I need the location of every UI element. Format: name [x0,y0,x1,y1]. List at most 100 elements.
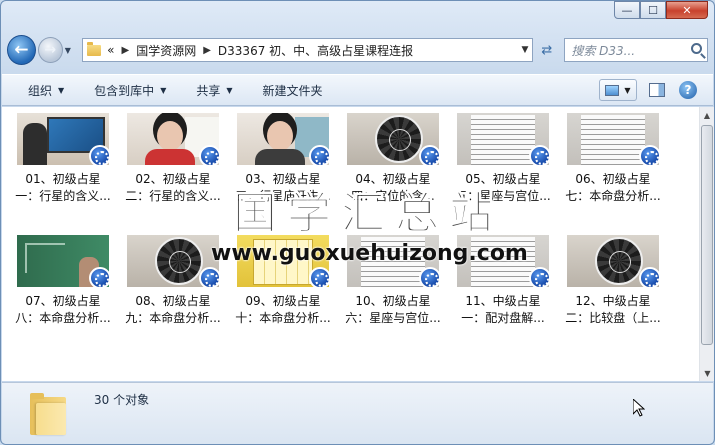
file-name[interactable]: 12、中级占星 二：比较盘（上... [558,293,668,327]
video-thumbnail[interactable] [17,113,109,165]
navigation-bar: ← → ▼ « ▶ 国学资源网 ▶ D33367 初、中、高级占星课程连报 ▼ … [7,35,709,65]
file-name-line2: 十：本命盘分析... [235,311,331,325]
file-name-line2: 一：行星的含义... [15,189,111,203]
file-item[interactable]: 02、初级占星 二：行星的含义... [118,113,228,205]
caption-buttons: — ☐ ✕ [614,1,708,19]
chevron-right-icon[interactable]: ▶ [122,45,130,56]
include-in-library-menu[interactable]: 包含到库中 ▼ [94,82,166,99]
file-name-line1: 01、初级占星 [25,172,101,186]
file-name-line1: 11、中级占星 [465,294,541,308]
video-player-icon [529,145,549,165]
video-player-icon [89,145,109,165]
new-folder-label: 新建文件夹 [262,83,323,98]
video-thumbnail[interactable] [17,235,109,287]
file-item[interactable]: 07、初级占星 八：本命盘分析... [8,235,118,327]
file-item[interactable]: 12、中级占星 二：比较盘（上... [558,235,668,327]
file-item[interactable]: 01、初级占星 一：行星的含义... [8,113,118,205]
file-name[interactable]: 06、初级占星 七：本命盘分析... [558,171,668,205]
chevron-down-icon: ▼ [226,85,233,95]
scrollbar-thumb[interactable] [701,125,713,345]
folder-icon [30,391,66,435]
file-name[interactable]: 02、初级占星 二：行星的含义... [118,171,228,205]
include-in-library-label: 包含到库中 [94,83,155,98]
file-name[interactable]: 07、初级占星 八：本命盘分析... [8,293,118,327]
scroll-up-icon[interactable]: ▲ [700,107,714,123]
video-player-icon [529,267,549,287]
forward-arrow-icon[interactable]: → [37,37,63,63]
command-bar: 组织 ▼ 包含到库中 ▼ 共享 ▼ 新建文件夹 ▼ ? [2,74,713,106]
folder-icon [87,41,102,56]
video-thumbnail[interactable] [457,113,549,165]
new-folder-button[interactable]: 新建文件夹 [263,82,323,99]
search-icon[interactable] [691,43,703,54]
chevron-down-icon: ▼ [624,85,631,95]
view-controls: ▼ ? [599,79,697,101]
search-input[interactable]: 搜索 D33... [564,38,709,62]
item-count: 30 个对象 [94,393,150,407]
search-placeholder: 搜索 D33... [571,43,636,58]
chevron-down-icon: ▼ [160,85,167,95]
video-player-icon [199,145,219,165]
organize-menu[interactable]: 组织 ▼ [28,82,64,99]
details-pane: 30 个对象 [2,382,713,444]
file-name-line2: 六：星座与宫位... [345,311,441,325]
video-thumbnail[interactable] [567,113,659,165]
video-player-icon [419,267,439,287]
file-name-line2: 七：本命盘分析... [565,189,661,203]
history-dropdown-icon[interactable]: ▼ [65,46,76,55]
organize-label: 组织 [28,83,53,98]
vertical-scrollbar[interactable]: ▲ ▼ [699,107,714,381]
video-player-icon [639,267,659,287]
file-name-line1: 08、初级占星 [135,294,211,308]
file-name-line1: 10、初级占星 [355,294,431,308]
close-button[interactable]: ✕ [666,1,708,19]
view-icon [605,84,620,96]
share-menu[interactable]: 共享 ▼ [196,82,232,99]
video-player-icon [199,267,219,287]
video-player-icon [309,145,329,165]
maximize-button[interactable]: ☐ [640,1,666,19]
file-name-line2: 一：配对盘解... [461,311,545,325]
file-name-line1: 12、中级占星 [575,294,651,308]
file-name[interactable]: 08、初级占星 九：本命盘分析... [118,293,228,327]
breadcrumb-current[interactable]: D33367 初、中、高级占星课程连报 [218,42,413,59]
file-name-line1: 09、初级占星 [245,294,321,308]
chevron-down-icon: ▼ [58,85,65,95]
watermark-title: 国学汇总站 [233,188,503,240]
address-prefix[interactable]: « [107,43,114,57]
back-arrow-icon[interactable]: ← [7,35,36,65]
breadcrumb-root[interactable]: 国学资源网 [136,42,196,59]
file-name[interactable]: 11、中级占星 一：配对盘解... [448,293,558,327]
change-view-button[interactable]: ▼ [599,79,637,101]
file-name-line2: 二：比较盘（上... [565,311,661,325]
address-dropdown-icon[interactable]: ▼ [521,45,528,55]
chevron-right-icon[interactable]: ▶ [203,45,211,56]
address-bar[interactable]: « ▶ 国学资源网 ▶ D33367 初、中、高级占星课程连报 ▼ [82,38,534,62]
share-label: 共享 [196,83,221,98]
help-icon[interactable]: ? [679,81,697,99]
video-player-icon [639,145,659,165]
file-name-line2: 二：行星的含义... [125,189,221,203]
file-item[interactable]: 06、初级占星 七：本命盘分析... [558,113,668,205]
file-name[interactable]: 01、初级占星 一：行星的含义... [8,171,118,205]
minimize-button[interactable]: — [614,1,640,19]
video-thumbnail[interactable] [567,235,659,287]
video-player-icon [419,145,439,165]
file-name-line1: 06、初级占星 [575,172,651,186]
video-thumbnail[interactable] [347,113,439,165]
watermark-url: www.guoxuehuizong.com [211,241,528,266]
video-thumbnail[interactable] [237,113,329,165]
video-player-icon [89,267,109,287]
file-name-line1: 02、初级占星 [135,172,211,186]
preview-pane-icon[interactable] [649,83,665,97]
file-name[interactable]: 09、初级占星 十：本命盘分析... [228,293,338,327]
file-name[interactable]: 10、初级占星 六：星座与宫位... [338,293,448,327]
file-name-line2: 八：本命盘分析... [15,311,111,325]
video-thumbnail[interactable] [127,235,219,287]
refresh-icon[interactable]: ⇄ [535,38,558,62]
video-player-icon [309,267,329,287]
file-name-line2: 九：本命盘分析... [125,311,221,325]
video-thumbnail[interactable] [127,113,219,165]
scroll-down-icon[interactable]: ▼ [700,365,714,381]
explorer-window: — ☐ ✕ ← → ▼ « ▶ 国学资源网 ▶ D33367 初、中、高级占星课… [0,0,715,445]
